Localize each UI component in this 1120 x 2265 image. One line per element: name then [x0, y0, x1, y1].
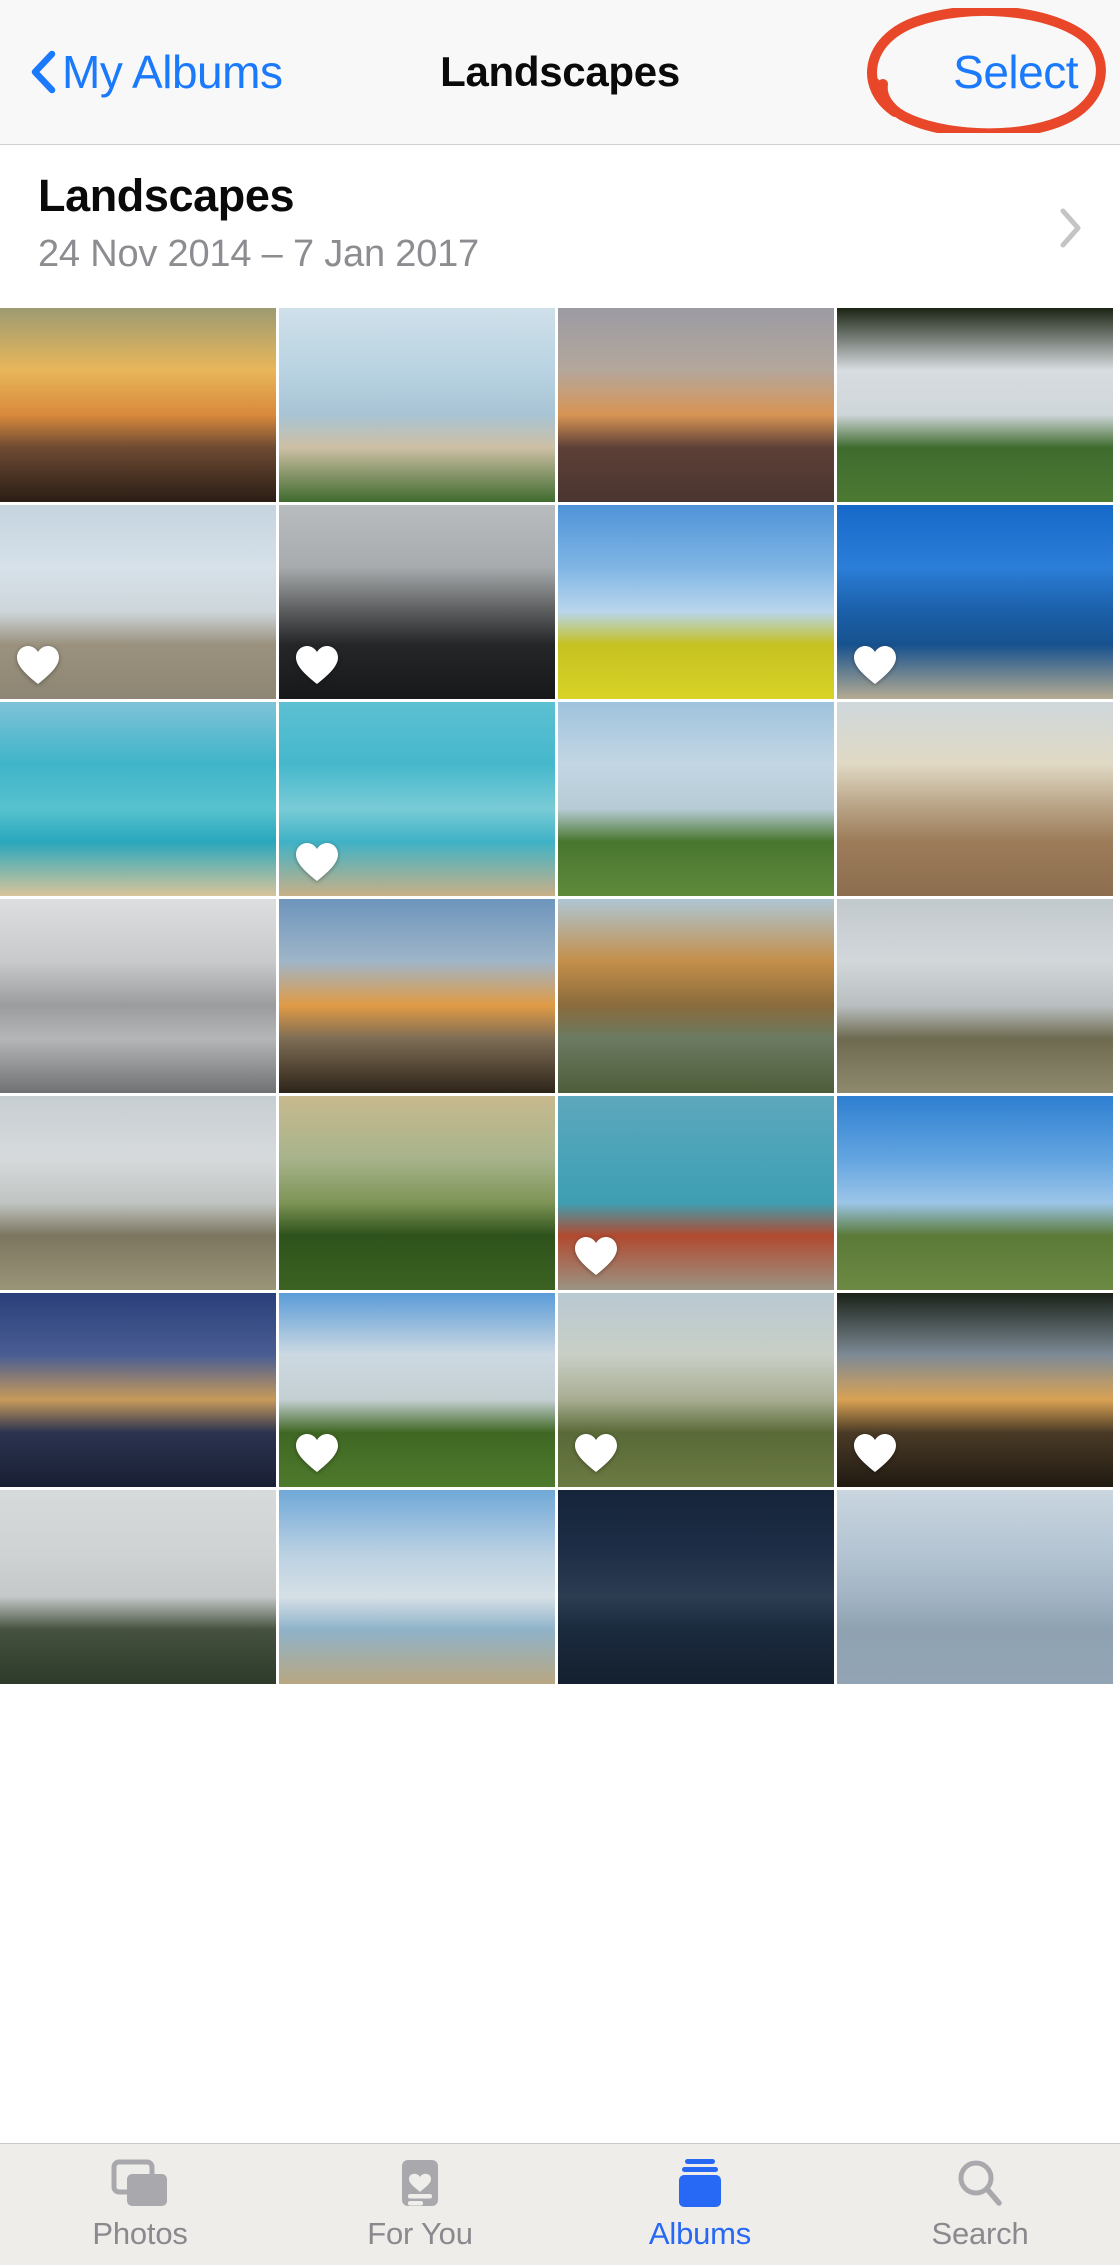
photo-thumbnail [0, 899, 276, 1093]
photo-tile[interactable] [0, 702, 276, 896]
photo-thumbnail [837, 899, 1113, 1093]
tab-bar: Photos For You Albums Search [0, 2143, 1120, 2265]
tab-search-label: Search [931, 2216, 1029, 2251]
photo-thumbnail [558, 1293, 834, 1487]
tab-for-you[interactable]: For You [280, 2144, 560, 2265]
photo-tile[interactable] [279, 505, 555, 699]
magnifier-icon [958, 2160, 1002, 2206]
photo-tile[interactable] [0, 505, 276, 699]
photo-tile[interactable] [837, 308, 1113, 502]
photo-thumbnail [837, 308, 1113, 502]
navigation-bar: My Albums Landscapes Select [0, 0, 1120, 145]
chevron-right-icon [1060, 208, 1081, 248]
photo-thumbnail [558, 505, 834, 699]
photo-thumbnail [0, 505, 276, 699]
select-button[interactable]: Select [953, 45, 1078, 99]
photo-thumbnail [837, 702, 1113, 896]
photo-tile[interactable] [558, 1490, 834, 1684]
photo-thumbnail [279, 1096, 555, 1290]
photo-thumbnail [558, 899, 834, 1093]
photo-tile[interactable] [0, 308, 276, 502]
photo-tile[interactable] [0, 1293, 276, 1487]
album-title: Landscapes [38, 170, 295, 221]
photo-tile[interactable] [837, 505, 1113, 699]
photo-tile[interactable] [558, 899, 834, 1093]
album-header-row[interactable]: Landscapes 24 Nov 2014 – 7 Jan 2017 [0, 145, 1120, 308]
photo-thumbnail [837, 505, 1113, 699]
photo-tile[interactable] [279, 702, 555, 896]
photo-tile[interactable] [0, 1096, 276, 1290]
tab-photos-label: Photos [92, 2216, 188, 2251]
photo-thumbnail [279, 702, 555, 896]
photo-tile[interactable] [837, 1490, 1113, 1684]
tab-photos[interactable]: Photos [0, 2144, 280, 2265]
photo-tile[interactable] [0, 1490, 276, 1684]
photo-tile[interactable] [558, 505, 834, 699]
photo-tile[interactable] [0, 899, 276, 1093]
photo-tile[interactable] [837, 702, 1113, 896]
tab-albums-label: Albums [648, 2216, 752, 2251]
photos-stack-icon [111, 2159, 167, 2206]
photo-thumbnail [837, 1490, 1113, 1684]
photo-tile[interactable] [279, 1096, 555, 1290]
photo-thumbnail [279, 505, 555, 699]
photo-thumbnail [0, 1490, 276, 1684]
photo-thumbnail [279, 308, 555, 502]
photo-thumbnail [558, 702, 834, 896]
photo-tile[interactable] [558, 702, 834, 896]
photo-thumbnail [279, 1293, 555, 1487]
photo-tile[interactable] [558, 308, 834, 502]
photo-grid[interactable] [0, 308, 1120, 2143]
photo-tile[interactable] [837, 899, 1113, 1093]
photo-thumbnail [279, 899, 555, 1093]
photo-tile[interactable] [279, 899, 555, 1093]
photo-tile[interactable] [279, 308, 555, 502]
photo-thumbnail [837, 1096, 1113, 1290]
photo-thumbnail [0, 702, 276, 896]
for-you-card-heart-icon [402, 2160, 438, 2206]
album-date-range: 24 Nov 2014 – 7 Jan 2017 [38, 233, 479, 275]
photo-tile[interactable] [558, 1293, 834, 1487]
photo-thumbnail [0, 1293, 276, 1487]
page-title: Landscapes [440, 48, 680, 95]
photo-thumbnail [0, 308, 276, 502]
photo-tile[interactable] [558, 1096, 834, 1290]
photo-tile[interactable] [279, 1293, 555, 1487]
albums-book-icon [679, 2159, 721, 2207]
photo-tile[interactable] [279, 1490, 555, 1684]
photo-thumbnail [837, 1293, 1113, 1487]
tab-search[interactable]: Search [840, 2144, 1120, 2265]
photo-tile[interactable] [837, 1096, 1113, 1290]
tab-albums[interactable]: Albums [560, 2144, 840, 2265]
photo-thumbnail [279, 1490, 555, 1684]
photos-album-screen: My Albums Landscapes Select Landscapes 2… [0, 0, 1120, 2265]
photo-thumbnail [558, 1490, 834, 1684]
tab-for-you-label: For You [367, 2216, 473, 2251]
photo-thumbnail [558, 308, 834, 502]
photo-thumbnail [0, 1096, 276, 1290]
photo-tile[interactable] [837, 1293, 1113, 1487]
photo-thumbnail [558, 1096, 834, 1290]
